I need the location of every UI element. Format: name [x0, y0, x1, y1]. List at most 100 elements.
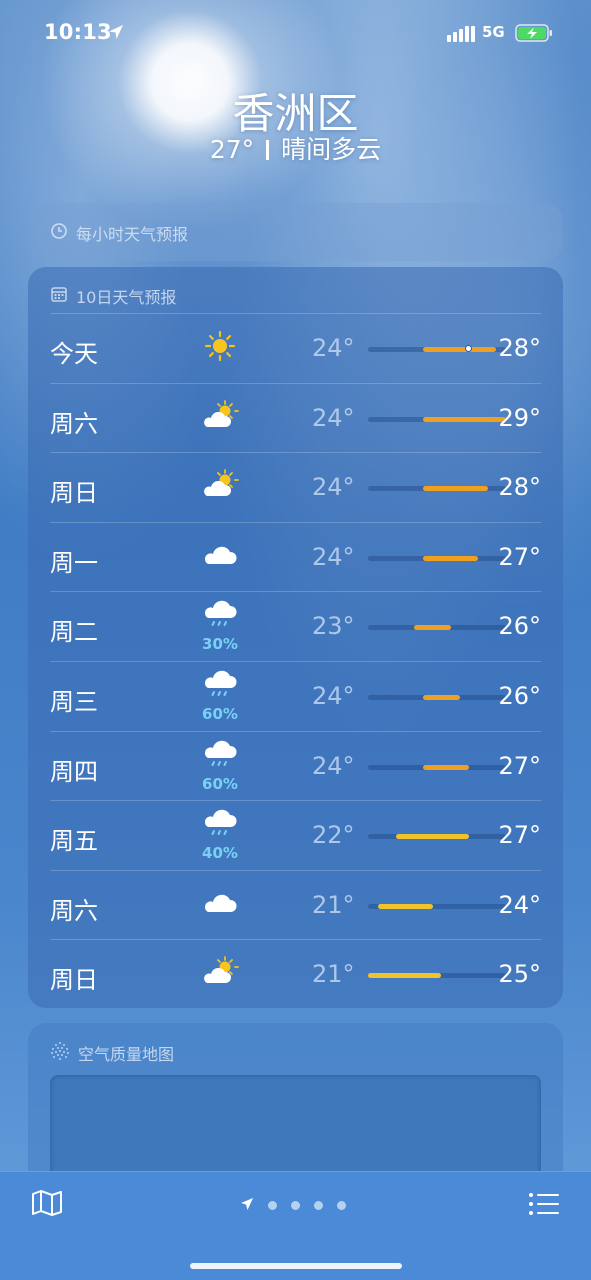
forecast-row[interactable]: 周二 30% 23° 26°	[50, 591, 541, 661]
page-dot[interactable]	[337, 1201, 346, 1210]
hourly-forecast-header: 每小时天气预报	[50, 221, 188, 245]
low-temperature: 23°	[312, 612, 355, 641]
low-temperature: 24°	[312, 542, 355, 571]
forecast-row[interactable]: 周六 24° 29°	[50, 382, 541, 453]
sun-icon	[200, 328, 240, 364]
partly-cloudy-icon	[200, 467, 240, 503]
partly-cloudy-icon	[200, 398, 240, 434]
high-temperature: 27°	[498, 542, 541, 571]
home-indicator	[190, 1263, 402, 1269]
forecast-day: 周一	[50, 548, 98, 577]
precipitation-chance: 60%	[202, 704, 238, 723]
partly-cloudy-icon	[200, 954, 240, 990]
low-temperature: 24°	[312, 473, 355, 502]
high-temperature: 25°	[498, 960, 541, 989]
temperature-range-fill	[378, 903, 433, 909]
temperature-range-bar	[368, 834, 506, 840]
current-temperature-marker	[465, 345, 472, 352]
cloud-icon	[200, 885, 240, 921]
page-dot[interactable]	[291, 1201, 300, 1210]
forecast-rows: 今天 24° 28° 周六 24° 29° 周日 24° 28° 周一 24° 27° 周二 30% 23°…	[50, 313, 541, 1009]
forecast-day: 周日	[50, 966, 98, 995]
current-condition: 晴间多云	[281, 135, 382, 164]
temperature-range-fill	[423, 486, 488, 492]
temperature-range-fill	[396, 834, 469, 840]
ten-day-forecast-title: 10日天气预报	[76, 288, 177, 307]
forecast-row[interactable]: 周三 60% 24° 26°	[50, 660, 541, 731]
forecast-row[interactable]: 周四 60% 24° 27°	[50, 730, 541, 801]
network-type: 5G	[482, 23, 505, 41]
temperature-range-bar	[368, 694, 506, 700]
low-temperature: 24°	[312, 403, 355, 432]
high-temperature: 26°	[498, 681, 541, 710]
air-quality-title: 空气质量地图	[78, 1045, 175, 1064]
high-temperature: 26°	[498, 612, 541, 641]
rain-icon	[200, 668, 240, 704]
separator	[266, 140, 270, 160]
high-temperature: 27°	[498, 821, 541, 850]
rain-icon	[200, 807, 240, 843]
low-temperature: 22°	[312, 821, 355, 850]
page-indicator[interactable]	[240, 1196, 346, 1215]
precipitation-chance: 40%	[202, 844, 238, 863]
temperature-range-bar	[368, 416, 506, 422]
forecast-row[interactable]: 周日 24° 28°	[50, 452, 541, 522]
temperature-range-bar	[368, 764, 506, 770]
forecast-row[interactable]: 周日 21° 25°	[50, 939, 541, 1009]
city-list-button[interactable]	[528, 1192, 560, 1220]
forecast-day: 周四	[50, 757, 98, 786]
precipitation-chance: 60%	[202, 774, 238, 793]
page-dot[interactable]	[314, 1201, 323, 1210]
ten-day-forecast-card[interactable]: 10日天气预报 今天 24° 28° 周六 24° 29° 周日 24° 28° 周一 24° 27°…	[28, 267, 563, 1008]
high-temperature: 24°	[498, 890, 541, 919]
low-temperature: 24°	[312, 681, 355, 710]
forecast-day: 今天	[50, 340, 98, 368]
signal-icon	[447, 26, 475, 46]
list-icon	[528, 1193, 560, 1220]
temperature-range-fill	[423, 416, 506, 422]
temperature-range-bar	[368, 625, 506, 631]
temperature-range-fill	[414, 625, 451, 631]
forecast-row[interactable]: 周六 21° 24°	[50, 869, 541, 940]
location-page-icon[interactable]	[240, 1196, 254, 1215]
hourly-forecast-card[interactable]: 每小时天气预报	[28, 203, 563, 261]
forecast-day: 周二	[50, 618, 98, 647]
temperature-range-bar	[368, 345, 506, 352]
temperature-range-bar	[368, 903, 506, 909]
status-time: 10:13	[44, 20, 112, 44]
air-quality-icon	[50, 1041, 70, 1065]
forecast-row[interactable]: 周五 40% 22° 27°	[50, 800, 541, 870]
precipitation-chance: 30%	[202, 635, 238, 654]
rain-icon	[200, 738, 240, 774]
temperature-range-fill	[368, 973, 441, 979]
air-quality-map-card[interactable]: 空气质量地图	[28, 1023, 563, 1193]
forecast-row[interactable]: 今天 24° 28°	[50, 313, 541, 383]
forecast-day: 周三	[50, 687, 98, 716]
current-temperature: 27°	[209, 135, 255, 164]
page-dot[interactable]	[268, 1201, 277, 1210]
map-icon	[31, 1190, 63, 1221]
map-button[interactable]	[31, 1189, 63, 1221]
air-quality-header: 空气质量地图	[50, 1041, 174, 1065]
clock-icon	[50, 222, 68, 244]
forecast-day: 周六	[50, 896, 98, 925]
low-temperature: 21°	[312, 960, 355, 989]
temperature-range-fill	[423, 764, 469, 770]
rain-icon	[200, 598, 240, 634]
bottom-toolbar	[0, 1171, 591, 1280]
location-arrow-icon	[107, 23, 125, 45]
high-temperature: 27°	[498, 751, 541, 780]
high-temperature: 29°	[498, 403, 541, 432]
cloud-icon	[200, 537, 240, 573]
battery-charging-icon	[515, 24, 553, 46]
status-bar: 10:13 5G	[0, 18, 591, 50]
low-temperature: 21°	[312, 890, 355, 919]
temperature-range-fill	[423, 694, 460, 700]
ten-day-forecast-header: 10日天气预报	[50, 284, 176, 308]
forecast-day: 周五	[50, 827, 98, 856]
high-temperature: 28°	[498, 334, 541, 362]
temperature-range-fill	[423, 555, 478, 561]
low-temperature: 24°	[312, 751, 355, 780]
high-temperature: 28°	[498, 473, 541, 502]
forecast-row[interactable]: 周一 24° 27°	[50, 521, 541, 592]
